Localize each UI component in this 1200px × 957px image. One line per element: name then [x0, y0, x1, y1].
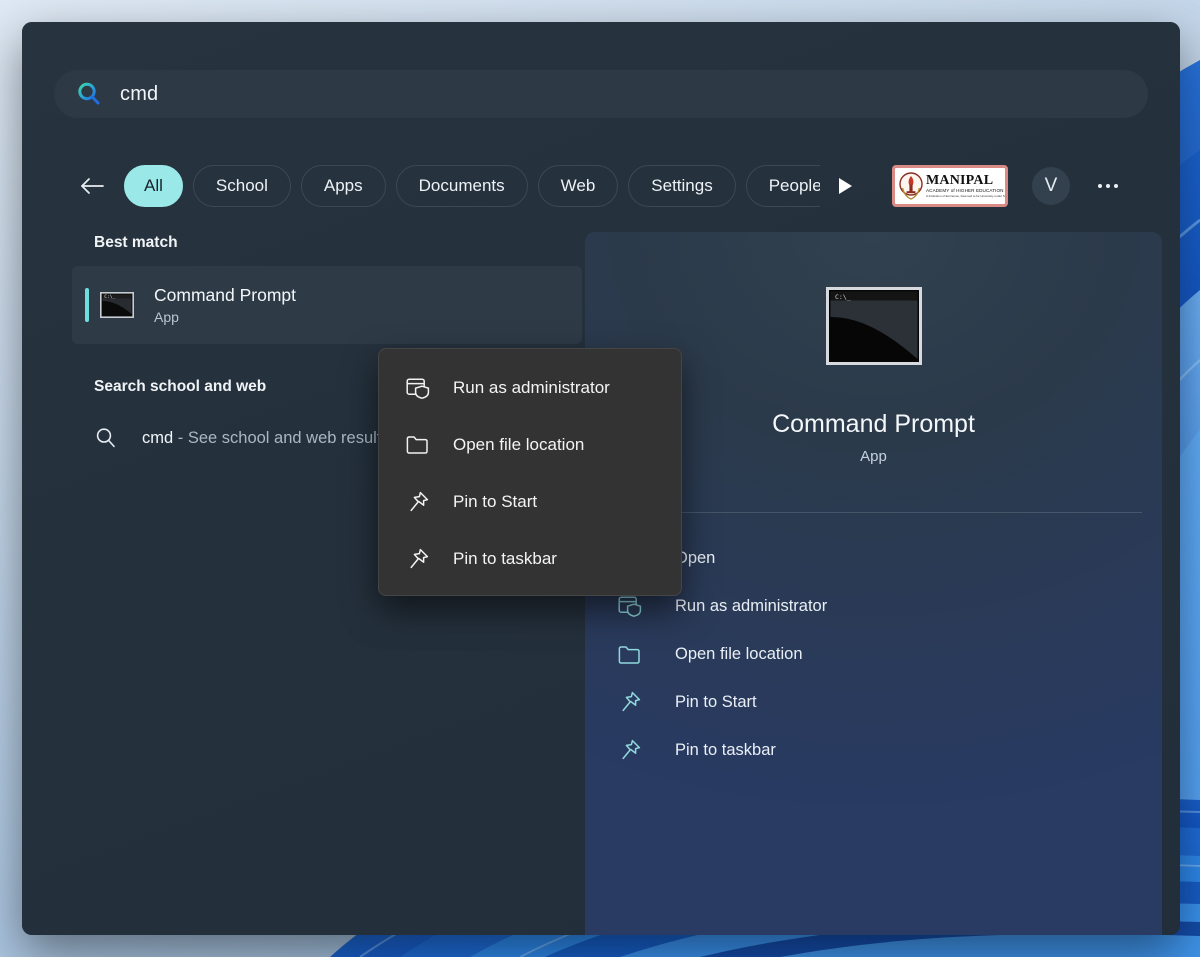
context-menu-item-label: Pin to Start: [453, 491, 538, 511]
preview-action-label: Run as administrator: [675, 596, 828, 615]
search-input[interactable]: cmd: [54, 70, 1148, 118]
filter-tab-row: All School Apps Documents Web Settings P…: [81, 160, 1148, 212]
back-arrow-icon: [81, 178, 104, 194]
tab-label: People: [768, 176, 820, 195]
tab-label: Web: [560, 176, 596, 195]
folder-icon: [615, 641, 645, 667]
command-prompt-icon: C:\_: [100, 292, 134, 318]
desktop: cmd All School Apps Documents Web Settin…: [0, 0, 1200, 957]
tab-school[interactable]: School: [192, 165, 291, 207]
svg-text:C:\_: C:\_: [835, 293, 851, 301]
manipal-crest-icon: [899, 172, 923, 200]
pin-icon: [615, 737, 645, 763]
tab-apps[interactable]: Apps: [300, 165, 386, 207]
filter-tabs: All School Apps Documents Web Settings P…: [124, 162, 820, 210]
tab-label: Documents: [418, 176, 505, 195]
ellipsis-icon: [1106, 184, 1110, 188]
best-match-result[interactable]: C:\_ Command Prompt App: [72, 266, 582, 344]
context-menu-item-run-as-administrator[interactable]: Run as administrator: [379, 359, 681, 416]
context-menu-item-pin-to-taskbar[interactable]: Pin to taskbar: [379, 530, 681, 587]
search-input-value: cmd: [120, 82, 159, 105]
best-match-heading: Best match: [94, 234, 178, 251]
avatar-initial: V: [1044, 175, 1058, 196]
tab-people[interactable]: People: [745, 165, 820, 207]
preview-action-label: Open file location: [675, 644, 803, 663]
tab-documents[interactable]: Documents: [395, 165, 528, 207]
web-search-label: cmd - See school and web results: [142, 429, 390, 448]
org-accreditation: A Institution of Eminence, Deemed to be …: [926, 194, 1008, 199]
tab-label: Settings: [651, 176, 713, 195]
pin-icon: [405, 490, 431, 514]
preview-divider: [612, 512, 1142, 513]
best-match-subtitle: App: [154, 309, 179, 325]
tab-all[interactable]: All: [124, 165, 183, 207]
preview-action-pin-to-start[interactable]: Pin to Start: [615, 678, 1142, 726]
search-panel-surface: cmd All School Apps Documents Web Settin…: [22, 22, 1180, 935]
search-panel: cmd All School Apps Documents Web Settin…: [22, 22, 1180, 935]
selection-accent-bar: [85, 288, 89, 322]
tab-label: All: [144, 176, 163, 195]
tab-settings[interactable]: Settings: [628, 165, 736, 207]
org-badge-text: MANIPAL ACADEMY of HIGHER EDUCATION A In…: [926, 172, 1008, 199]
preview-action-open-file-location[interactable]: Open file location: [615, 630, 1142, 678]
search-icon: [76, 81, 102, 107]
tab-web[interactable]: Web: [537, 165, 619, 207]
folder-icon: [405, 433, 431, 457]
preview-action-label: Pin to Start: [675, 692, 757, 711]
ellipsis-icon: [1098, 184, 1102, 188]
web-search-query: cmd: [142, 428, 174, 447]
pin-icon: [405, 547, 431, 571]
ellipsis-icon: [1114, 184, 1118, 188]
context-menu-item-label: Run as administrator: [453, 377, 610, 397]
more-options-button[interactable]: [1090, 168, 1126, 204]
best-match-title: Command Prompt: [154, 285, 296, 305]
play-triangle-icon: [838, 178, 852, 194]
command-prompt-icon: C:\_: [825, 287, 922, 365]
shield-window-icon: [615, 593, 645, 619]
context-menu-item-pin-to-start[interactable]: Pin to Start: [379, 473, 681, 530]
back-button[interactable]: [70, 164, 114, 208]
tab-label: School: [215, 176, 268, 195]
filter-tabs-clip: All School Apps Documents Web Settings P…: [124, 162, 820, 210]
pin-icon: [615, 689, 645, 715]
context-menu-item-label: Open file location: [453, 434, 585, 454]
tab-scroll-next-button[interactable]: [826, 167, 864, 205]
preview-action-label: Pin to taskbar: [675, 740, 776, 759]
preview-action-open[interactable]: Open: [615, 534, 1142, 582]
org-badge[interactable]: MANIPAL ACADEMY of HIGHER EDUCATION A In…: [892, 165, 1008, 207]
preview-actions: Open Run as administrator Open file loca…: [615, 534, 1142, 774]
magnifier-icon: [96, 428, 115, 448]
preview-action-run-as-administrator[interactable]: Run as administrator: [615, 582, 1142, 630]
best-match-texts: Command Prompt App: [154, 285, 296, 325]
org-name: MANIPAL: [926, 172, 994, 188]
context-menu-item-open-file-location[interactable]: Open file location: [379, 416, 681, 473]
shield-window-icon: [405, 376, 431, 400]
svg-text:C:\_: C:\_: [104, 294, 115, 300]
web-search-description: - See school and web results: [173, 428, 390, 447]
context-menu-item-label: Pin to taskbar: [453, 548, 557, 568]
avatar[interactable]: V: [1032, 167, 1070, 205]
context-menu: Run as administrator Open file location: [378, 348, 682, 596]
tab-label: Apps: [323, 176, 363, 195]
preview-action-pin-to-taskbar[interactable]: Pin to taskbar: [615, 726, 1142, 774]
org-subtitle: ACADEMY of HIGHER EDUCATION: [926, 187, 1004, 193]
